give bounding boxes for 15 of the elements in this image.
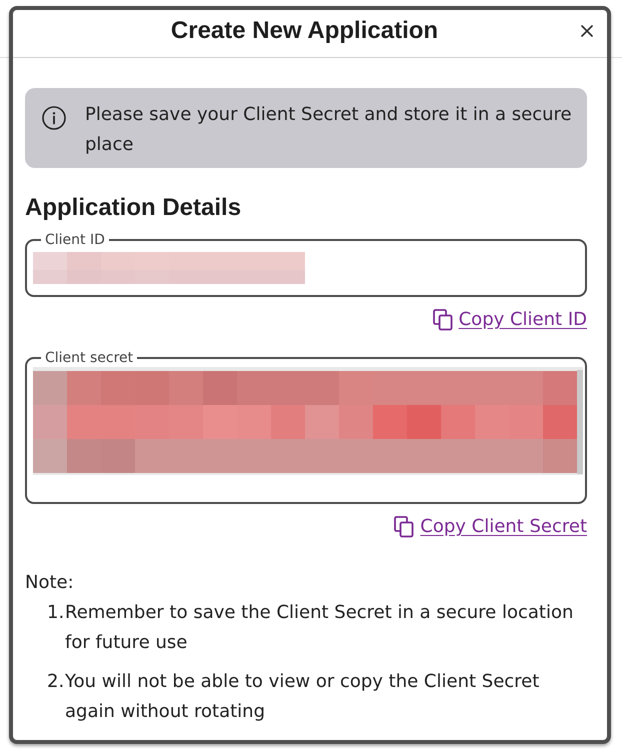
section-heading: Application Details <box>25 193 242 223</box>
copy-icon <box>394 516 414 538</box>
alert-message: Please save your Client Secret and store it in a secure place <box>85 103 573 157</box>
note-item-text: You will not be able to view or copy the Client Secret again without rotating <box>65 670 540 724</box>
copy-icon <box>432 309 453 331</box>
list-number: 1. <box>47 601 65 625</box>
note-item-text: Remember to save the Client Secret in a secure location for future use <box>65 601 574 655</box>
info-icon <box>42 106 66 130</box>
close-button[interactable] <box>581 24 593 36</box>
dialog-title: Create New Application <box>170 16 440 46</box>
close-icon <box>581 24 593 36</box>
list-number: 2. <box>47 670 65 694</box>
copy-link[interactable]: Copy Client Secret <box>394 512 587 542</box>
note-label: Note: <box>25 571 75 595</box>
copy-link[interactable]: Copy Client ID <box>432 305 587 335</box>
